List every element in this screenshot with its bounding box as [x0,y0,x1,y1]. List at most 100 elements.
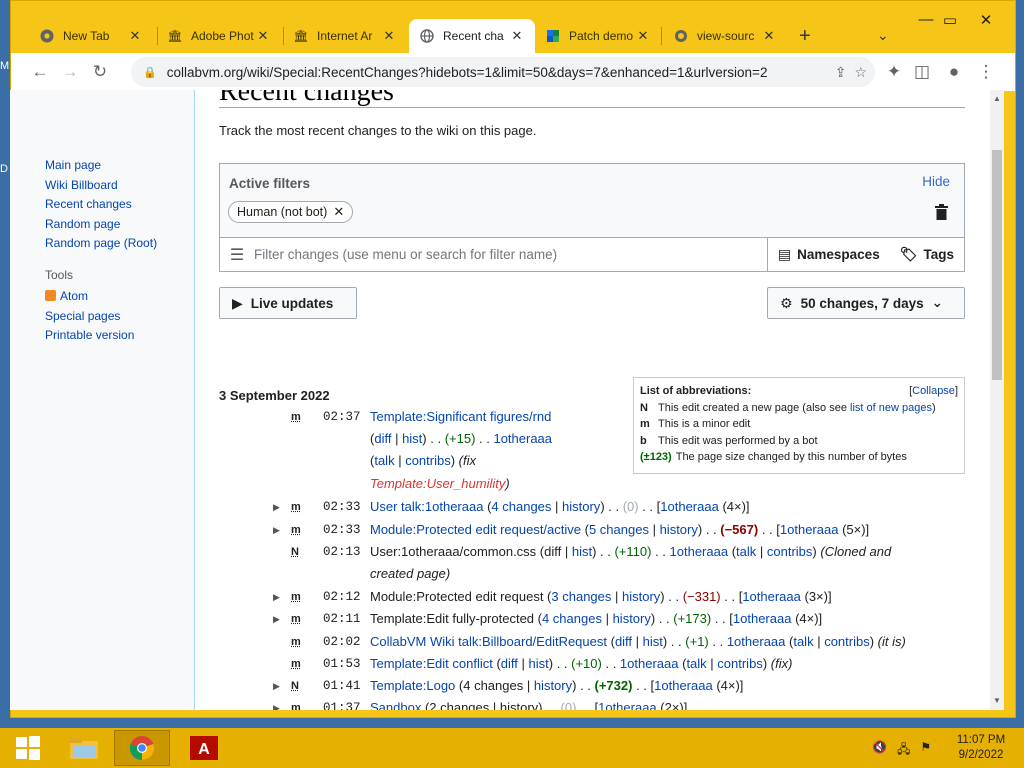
reload-button[interactable]: ↻ [85,57,115,87]
close-icon[interactable]: ✕ [127,28,143,44]
user-link[interactable]: 1otheraaa [727,634,786,649]
system-clock[interactable]: 11:07 PM 9/2/2022 [946,733,1016,763]
user-link[interactable]: 1otheraaa [660,499,719,514]
user-link[interactable]: 1otheraaa [654,678,713,693]
tab-adobe-photoshop[interactable]: 🏛 Adobe Phot ✕ [157,19,281,53]
contribs-link[interactable]: contribs [405,453,451,468]
history-link[interactable]: history [622,589,660,604]
forward-button[interactable]: → [55,57,85,87]
contribs-link[interactable]: contribs [767,544,813,559]
contribs-link[interactable]: contribs [717,656,763,671]
history-link[interactable]: history [613,611,651,626]
tags-button[interactable]: 🏷 Tags [890,238,964,271]
page-link[interactable]: User talk:1otheraaa [370,499,483,514]
tab-recent-changes[interactable]: Recent cha ✕ [409,19,535,53]
page-link[interactable]: Sandbox [370,700,421,710]
page-link[interactable]: Template:Significant figures/rnd [370,409,551,424]
talk-link[interactable]: talk [374,453,394,468]
page-link[interactable]: Template:Logo [370,678,455,693]
talk-link[interactable]: talk [793,634,813,649]
action-center-icon[interactable]: ⚑ [920,740,931,761]
tab-internet-archive[interactable]: 🏛 Internet Ar ✕ [283,19,407,53]
network-icon[interactable]: 🖧 [897,740,910,761]
scroll-down-icon[interactable]: ▼ [993,696,1001,705]
changes-options-button[interactable]: ⚙ 50 changes, 7 days ⌄ [767,287,965,319]
sidebar-item-recent-changes[interactable]: Recent changes [45,195,157,215]
sidebar-item-wiki-billboard[interactable]: Wiki Billboard [45,176,157,196]
diff-link[interactable]: diff [615,634,632,649]
tab-search-button[interactable]: ⌄ [877,27,889,44]
sidebar-item-random-page[interactable]: Random page [45,215,157,235]
back-button[interactable]: ← [25,57,55,87]
page-link[interactable]: CollabVM Wiki talk:Billboard/EditRequest [370,634,607,649]
collapse-link[interactable]: [Collapse] [909,383,958,400]
changes-link[interactable]: 4 changes [542,611,602,626]
expand-arrow-icon[interactable]: ▶ [273,675,280,697]
filter-chip-human[interactable]: Human (not bot) ✕ [228,201,354,223]
changes-link[interactable]: 3 changes [551,589,611,604]
collapse-label[interactable]: Collapse [912,385,955,397]
user-link[interactable]: 1otheraaa [598,700,657,710]
close-icon[interactable]: ✕ [509,28,525,44]
address-bar[interactable]: 🔒 collabvm.org/wiki/Special:RecentChange… [131,57,875,87]
remove-filter-icon[interactable]: ✕ [333,204,344,220]
hist-link[interactable]: hist [572,544,592,559]
changes-link[interactable]: 4 changes [491,499,551,514]
expand-arrow-icon[interactable]: ▶ [273,496,280,518]
namespaces-button[interactable]: ▤ Namespaces [766,238,890,271]
scrollbar-thumb[interactable] [992,150,1002,380]
sidebar-item-special-pages[interactable]: Special pages [45,307,134,327]
user-link[interactable]: 1otheraaa [620,656,679,671]
user-link[interactable]: 1otheraaa [742,589,801,604]
menu-icon[interactable]: ☰ [220,245,254,265]
start-button[interactable] [0,730,56,766]
page-scrollbar[interactable]: ▲ ▼ [990,90,1004,710]
diff-link[interactable]: diff [501,656,518,671]
close-window-button[interactable]: ✕ [971,11,1001,29]
sidebar-item-printable-version[interactable]: Printable version [45,326,134,346]
tab-patch-demo[interactable]: Patch demo ✕ [535,19,661,53]
hist-link[interactable]: hist [402,431,422,446]
new-tab-button[interactable]: + [799,25,811,48]
expand-arrow-icon[interactable]: ▶ [273,586,280,608]
chrome-menu-icon[interactable]: ⋮ [971,57,1001,87]
sidebar-item-main-page[interactable]: Main page [45,156,157,176]
history-link[interactable]: history [562,499,600,514]
close-icon[interactable]: ✕ [255,28,271,44]
extensions-icon[interactable]: ✦ [879,57,909,87]
user-link[interactable]: 1otheraaa [670,544,729,559]
adobe-app-button[interactable]: A [176,730,232,766]
volume-muted-icon[interactable]: 🔇 [872,740,887,761]
close-icon[interactable]: ✕ [761,28,777,44]
live-updates-button[interactable]: ▶ Live updates [219,287,357,319]
user-link[interactable]: 1otheraaa [493,431,552,446]
hide-filters-link[interactable]: Hide [922,174,950,189]
sidebar-item-random-page-root[interactable]: Random page (Root) [45,234,157,254]
user-link[interactable]: 1otheraaa [780,522,839,537]
contribs-link[interactable]: contribs [824,634,870,649]
close-icon[interactable]: ✕ [635,28,651,44]
scroll-up-icon[interactable]: ▲ [993,94,1001,103]
page-link[interactable]: Template:Edit conflict [370,656,493,671]
talk-link[interactable]: talk [686,656,706,671]
list-of-new-pages-link[interactable]: list of new pages [850,402,932,414]
chrome-taskbar-button[interactable] [114,730,170,766]
side-panel-icon[interactable]: ◫ [907,57,937,87]
history-link[interactable]: history [534,678,572,693]
profile-avatar-icon[interactable]: ● [939,57,969,87]
talk-link[interactable]: talk [736,544,756,559]
page-link[interactable]: Module:Protected edit request/active [370,522,581,537]
filter-search-input[interactable]: Filter changes (use menu or search for f… [254,247,767,262]
diff-link[interactable]: diff [374,431,391,446]
user-link[interactable]: 1otheraaa [733,611,792,626]
close-icon[interactable]: ✕ [381,28,397,44]
history-link[interactable]: history [660,522,698,537]
hist-link[interactable]: hist [529,656,549,671]
maximize-button[interactable]: ▭ [935,11,965,29]
lock-icon[interactable]: 🔒 [143,66,157,79]
expand-arrow-icon[interactable]: ▶ [273,608,280,630]
hist-link[interactable]: hist [643,634,663,649]
changes-link[interactable]: 5 changes [589,522,649,537]
expand-arrow-icon[interactable]: ▶ [273,519,280,541]
trash-icon[interactable] [935,204,948,220]
